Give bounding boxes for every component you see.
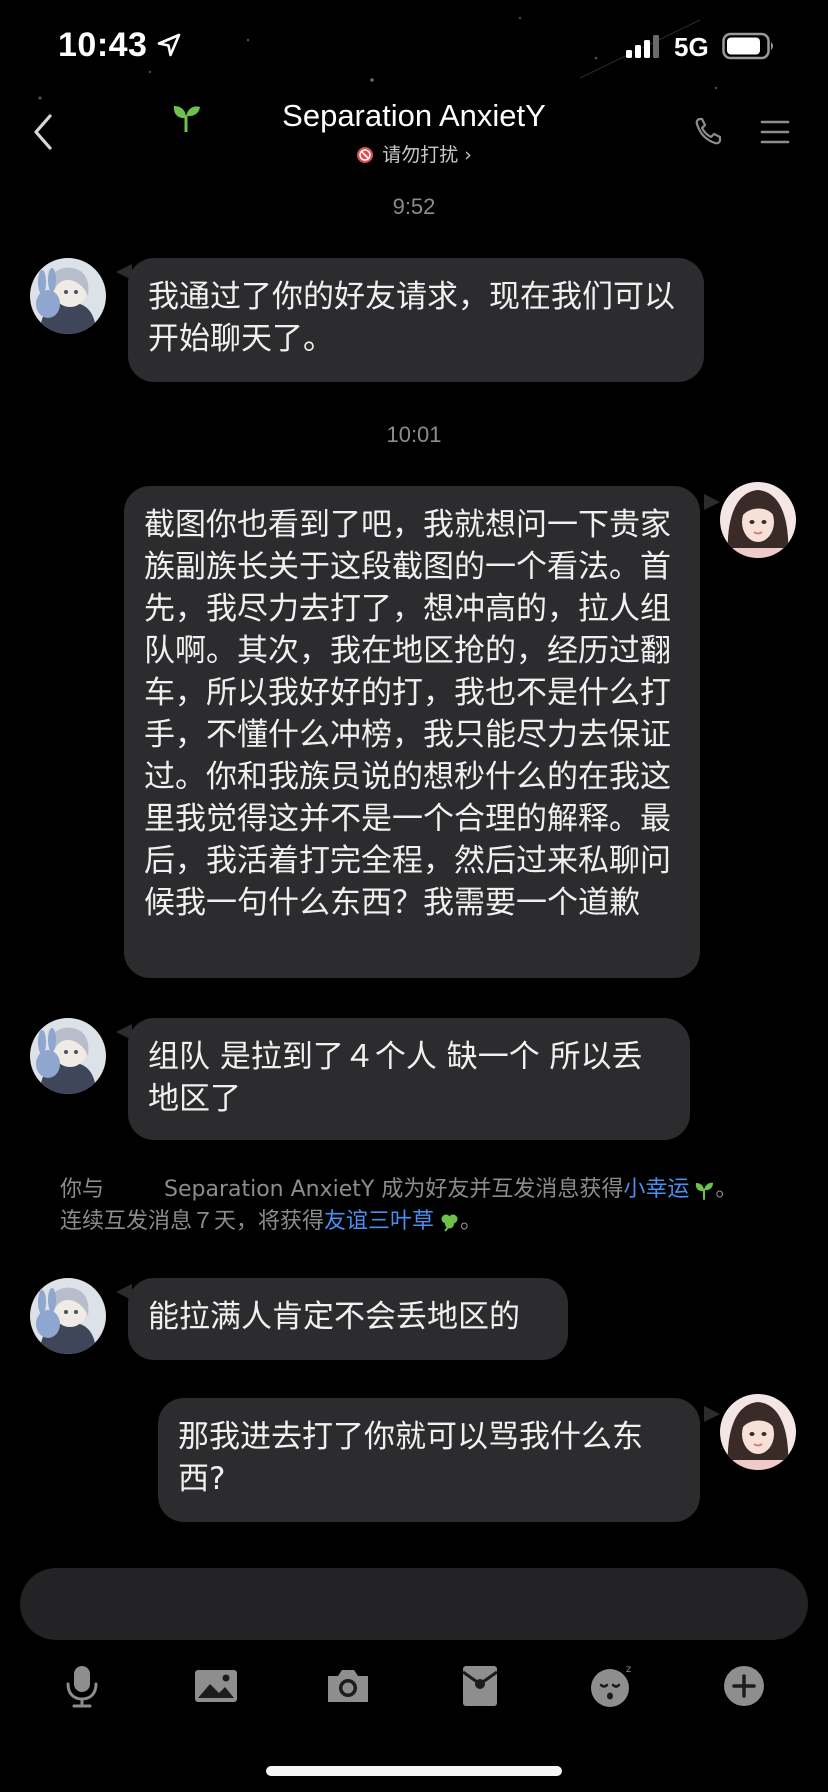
- image-icon[interactable]: [192, 1662, 240, 1710]
- bubble-tail: [704, 1406, 720, 1422]
- network-type: 5G: [674, 32, 709, 62]
- contact-avatar-image: [30, 258, 106, 334]
- bubble-tail: [704, 494, 720, 510]
- system-text: Separation AnxietY 成为好友并互发消息获得: [164, 1177, 624, 1202]
- input-toolbar: z: [0, 1650, 828, 1710]
- message-bubble-incoming[interactable]: 组队 是拉到了４个人 缺一个 所以丢地区了: [128, 1018, 690, 1140]
- message-timestamp: 9:52: [392, 194, 436, 219]
- phone-icon[interactable]: [694, 116, 722, 146]
- emoji-icon[interactable]: z: [588, 1662, 636, 1710]
- message-bubble-outgoing[interactable]: 那我进去打了你就可以骂我什么东西?: [158, 1398, 700, 1522]
- system-text: 。: [460, 1209, 483, 1234]
- contact-avatar[interactable]: [30, 258, 106, 334]
- system-notice: 你与 Separation AnxietY 成为好友并互发消息获得小幸运。 连续互…: [60, 1174, 780, 1238]
- contact-avatar-image: [30, 1018, 106, 1094]
- plus-icon[interactable]: [720, 1662, 768, 1710]
- message-timestamp: 10:01: [386, 422, 442, 447]
- system-text: 你与: [60, 1177, 105, 1202]
- clover-link[interactable]: 友谊三叶草: [324, 1209, 434, 1234]
- location-arrow-icon: [157, 33, 181, 57]
- lucky-link[interactable]: 小幸运: [623, 1177, 689, 1202]
- status-time: 10:43: [58, 26, 148, 64]
- do-not-disturb-icon: [357, 147, 374, 163]
- camera-icon[interactable]: [324, 1662, 372, 1710]
- contact-avatar[interactable]: [30, 1018, 106, 1094]
- system-text: 连续互发消息７天，将获得: [60, 1209, 325, 1234]
- message-bubble-outgoing[interactable]: 截图你也看到了吧，我就想问一下贵家族副族长关于这段截图的一个看法。首先，我尽力去…: [124, 486, 700, 978]
- my-avatar[interactable]: [720, 1394, 796, 1470]
- my-avatar-image: [720, 482, 796, 558]
- message-bubble-incoming[interactable]: 我通过了你的好友请求，现在我们可以开始聊天了。: [128, 258, 704, 382]
- svg-text:z: z: [626, 1664, 631, 1675]
- do-not-disturb-label: 请勿打扰: [382, 144, 459, 166]
- microphone-icon[interactable]: [58, 1662, 106, 1710]
- status-bar: 10:43 5G: [0, 0, 828, 90]
- contact-avatar[interactable]: [30, 1278, 106, 1354]
- menu-icon[interactable]: [760, 118, 790, 146]
- battery-icon: [722, 32, 773, 60]
- home-indicator[interactable]: [266, 1766, 562, 1776]
- contact-avatar-image: [30, 1278, 106, 1354]
- cellular-signal-icon: [626, 35, 659, 58]
- my-avatar[interactable]: [720, 482, 796, 558]
- chevron-right-icon: ›: [464, 144, 472, 166]
- system-text: 。: [715, 1177, 738, 1202]
- chat-header: Separation AnxietY 请勿打扰 ›: [0, 90, 828, 190]
- my-avatar-image: [720, 1394, 796, 1470]
- message-bubble-incoming[interactable]: 能拉满人肯定不会丢地区的: [128, 1278, 568, 1360]
- sprout-icon: [696, 1182, 714, 1200]
- clover-icon: [441, 1214, 458, 1232]
- message-input[interactable]: [20, 1568, 808, 1640]
- red-packet-icon[interactable]: [456, 1662, 504, 1710]
